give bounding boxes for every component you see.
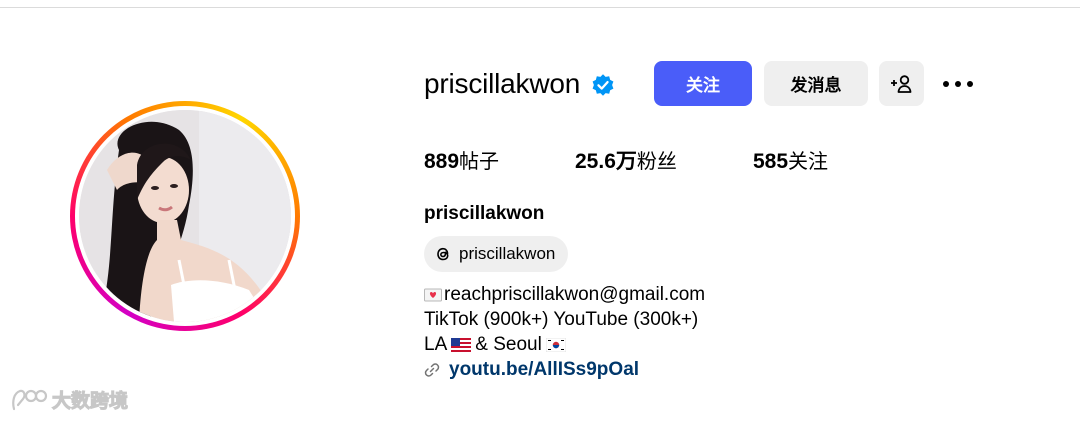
bio: reachpriscillakwon@gmail.com TikTok (900… [424,282,705,382]
person-add-icon [890,74,911,93]
followers-count: 25.6万 [575,150,637,173]
top-divider [0,7,1080,8]
avatar-photo [79,110,291,322]
more-horizontal-icon [943,80,973,87]
bio-email-line: reachpriscillakwon@gmail.com [424,282,705,307]
stat-posts: 889帖子 [424,145,499,174]
bio-location-mid: & Seoul [475,334,542,355]
stat-following[interactable]: 585关注 [753,145,828,174]
avatar[interactable] [79,110,291,322]
us-flag-icon [451,337,472,352]
username-row: priscillakwon [424,60,616,108]
following-count: 585 [753,150,789,173]
threads-handle: priscillakwon [459,244,556,263]
bio-email: reachpriscillakwon@gmail.com [444,284,706,305]
profile-page: priscillakwon 关注 发消息 889帖子 25.6万粉丝 585关注 [0,0,1080,424]
bio-location-line: LA & Seoul [424,332,705,357]
threads-icon [437,247,449,261]
kr-flag-icon [545,337,566,352]
love-letter-icon [424,288,442,301]
watermark-text: 大数跨境 [51,390,129,413]
follow-button[interactable]: 关注 [654,61,752,106]
more-options-button[interactable] [938,61,978,106]
watermark: 大数跨境 [10,386,129,413]
following-label: 关注 [788,149,829,173]
threads-link-button[interactable]: priscillakwon [424,236,569,272]
bio-location-prefix: LA [424,334,448,355]
add-user-button[interactable] [879,61,924,106]
username: priscillakwon [424,68,581,99]
bio-link[interactable]: youtu.be/AllISs9pOal [449,357,639,382]
posts-label: 帖子 [459,149,500,173]
message-button[interactable]: 发消息 [764,61,868,106]
posts-count: 889 [424,150,460,173]
avatar-story-ring[interactable] [70,101,300,331]
bio-platforms-line: TikTok (900k+) YouTube (300k+) [424,309,699,330]
verified-badge-icon [592,74,614,96]
stat-followers[interactable]: 25.6万粉丝 [575,145,677,175]
followers-label: 粉丝 [636,149,677,173]
full-name: priscillakwon [424,203,545,224]
bio-link-line[interactable]: youtu.be/AllISs9pOal [424,357,705,382]
watermark-logo-icon [12,389,48,410]
link-icon [424,362,440,377]
